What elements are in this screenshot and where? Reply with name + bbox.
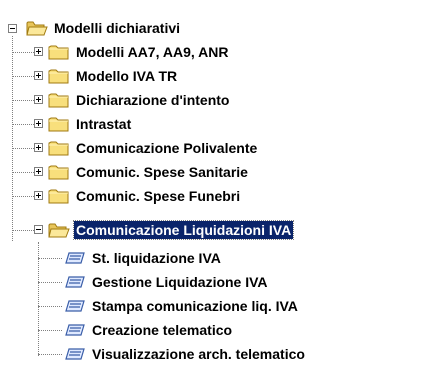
folder-icon	[48, 163, 70, 181]
expand-toggle-modello-iva-tr[interactable]	[34, 71, 43, 80]
tree-node-modello-iva-tr[interactable]: Modello IVA TR	[48, 65, 179, 87]
tree-connector	[38, 258, 62, 259]
folder-icon	[48, 91, 70, 109]
expand-toggle-spese-funebri[interactable]	[34, 191, 43, 200]
tree-connector	[12, 196, 34, 197]
folder-open-icon	[26, 19, 48, 37]
tree-node-label: Dichiarazione d'intento	[76, 92, 230, 108]
program-icon	[64, 273, 86, 291]
folder-icon	[48, 67, 70, 85]
program-icon	[64, 345, 86, 363]
tree-node-comunicazione-polivalente[interactable]: Comunicazione Polivalente	[48, 137, 259, 159]
tree-node-liquidazioni-iva[interactable]: Comunicazione Liquidazioni IVA	[48, 219, 295, 241]
tree-node-label: Comunicazione Polivalente	[76, 140, 258, 156]
expand-toggle-intrastat[interactable]	[34, 119, 43, 128]
expand-toggle-comunicazione-polivalente[interactable]	[34, 143, 43, 152]
tree-view: Modelli dichiarativi Modelli AA7, AA9, A…	[0, 0, 421, 364]
tree-node-label: Intrastat	[76, 116, 132, 132]
tree-connector	[12, 36, 13, 241]
tree-connector	[38, 354, 62, 355]
tree-node-gestione-liquidazione-iva[interactable]: Gestione Liquidazione IVA	[64, 271, 270, 293]
tree-node-st-liquidazione-iva[interactable]: St. liquidazione IVA	[64, 247, 223, 269]
tree-node-modelli-dichiarativi[interactable]: Modelli dichiarativi	[26, 17, 182, 39]
expand-toggle-spese-sanitarie[interactable]	[34, 167, 43, 176]
folder-icon	[48, 43, 70, 61]
tree-node-label: Creazione telematico	[92, 322, 233, 338]
tree-node-modelli-aa7[interactable]: Modelli AA7, AA9, ANR	[48, 41, 230, 63]
tree-connector	[38, 330, 62, 331]
collapse-toggle-liquidazioni-iva[interactable]	[34, 225, 43, 234]
program-icon	[64, 297, 86, 315]
tree-connector	[12, 172, 34, 173]
tree-connector	[12, 230, 34, 231]
tree-node-stampa-comunicazione[interactable]: Stampa comunicazione liq. IVA	[64, 295, 300, 317]
tree-node-dichiarazione-intento[interactable]: Dichiarazione d'intento	[48, 89, 231, 111]
tree-node-label: Stampa comunicazione liq. IVA	[92, 298, 298, 314]
tree-node-label-selected: Comunicazione Liquidazioni IVA	[72, 220, 295, 240]
tree-connector	[12, 124, 34, 125]
folder-icon	[48, 115, 70, 133]
collapse-toggle-modelli-dichiarativi[interactable]	[8, 24, 17, 33]
tree-node-label: Visualizzazione arch. telematico	[92, 346, 305, 362]
tree-node-visualizzazione-arch-telematico[interactable]: Visualizzazione arch. telematico	[64, 343, 307, 365]
tree-connector	[12, 100, 34, 101]
tree-node-intrastat[interactable]: Intrastat	[48, 113, 133, 135]
tree-connector	[38, 242, 39, 356]
tree-node-label: Modelli dichiarativi	[54, 20, 181, 36]
tree-node-label: St. liquidazione IVA	[92, 250, 221, 266]
tree-connector	[38, 306, 62, 307]
tree-node-spese-funebri[interactable]: Comunic. Spese Funebri	[48, 185, 242, 207]
folder-icon	[48, 187, 70, 205]
tree-connector	[12, 76, 34, 77]
tree-connector	[12, 148, 34, 149]
tree-node-label: Gestione Liquidazione IVA	[92, 274, 268, 290]
tree-connector	[38, 282, 62, 283]
tree-node-label: Comunic. Spese Sanitarie	[76, 164, 248, 180]
tree-node-label: Modello IVA TR	[76, 68, 178, 84]
expand-toggle-modelli-aa7[interactable]	[34, 47, 43, 56]
expand-toggle-dichiarazione-intento[interactable]	[34, 95, 43, 104]
folder-open-icon	[48, 221, 70, 239]
folder-icon	[48, 139, 70, 157]
program-icon	[64, 321, 86, 339]
program-icon	[64, 249, 86, 267]
tree-node-spese-sanitarie[interactable]: Comunic. Spese Sanitarie	[48, 161, 250, 183]
tree-node-label: Modelli AA7, AA9, ANR	[76, 44, 229, 60]
tree-node-creazione-telematico[interactable]: Creazione telematico	[64, 319, 234, 341]
tree-connector	[12, 52, 34, 53]
tree-node-label: Comunic. Spese Funebri	[76, 188, 241, 204]
